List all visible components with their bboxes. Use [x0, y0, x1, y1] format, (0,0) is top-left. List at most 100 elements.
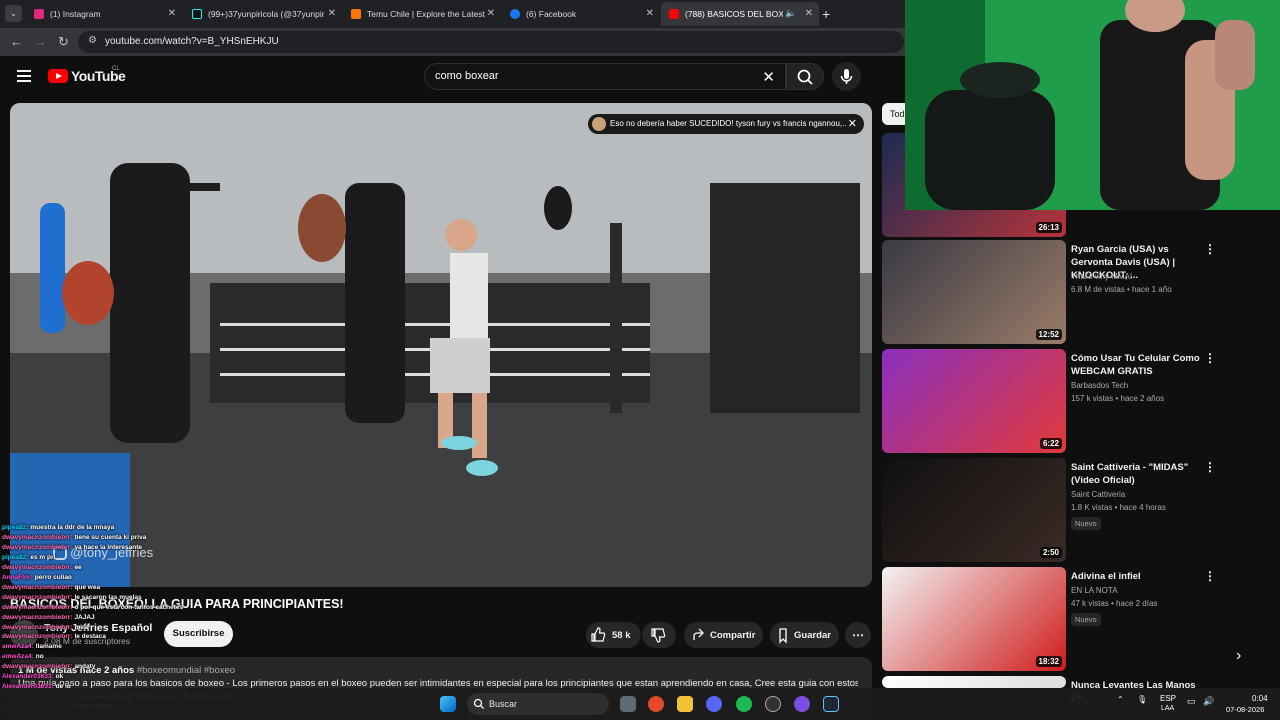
more-actions-button[interactable]: ⋯: [845, 622, 871, 648]
microphone-icon[interactable]: 🎙: [1137, 695, 1147, 704]
close-icon[interactable]: ✕: [848, 117, 857, 130]
recommended-channel[interactable]: Saint Cattiveria: [1071, 490, 1125, 499]
chat-text: ee: [74, 563, 82, 571]
tab-tiktok[interactable]: (99+)37yunpiricola (@37yunpir ✕: [184, 2, 342, 26]
search-icon: [473, 698, 484, 709]
voice-search-button[interactable]: [832, 62, 861, 91]
search-input[interactable]: como boxear ✕: [424, 63, 786, 90]
stream-chat-overlay: pipea82: muestra la ddr de la mnaya dwavym…: [2, 523, 262, 712]
chat-text: no: [35, 653, 44, 661]
chevron-up-icon[interactable]: ⌃: [1117, 695, 1124, 704]
tab-close-icon[interactable]: ✕: [805, 8, 813, 19]
recommended-channel[interactable]: Barbasdos Tech: [1071, 381, 1128, 390]
new-badge: Nuevo: [1071, 517, 1101, 530]
back-icon[interactable]: ←: [10, 34, 23, 49]
chat-message: pipea82: es m pri: [2, 553, 262, 563]
chat-username: dwavymacnzombiebrr:: [2, 623, 73, 631]
chat-text: ya hace la interesante: [74, 543, 143, 551]
chat-message: dwavymacnzombiebrr: JAJAJ: [2, 613, 262, 623]
recommended-channel[interactable]: EN LA NOTA: [1071, 586, 1118, 595]
share-button[interactable]: Compartir: [684, 622, 763, 648]
spotify-icon[interactable]: [736, 696, 752, 712]
video-thumbnail[interactable]: [882, 676, 1066, 688]
chat-message: AnnaFlor: perro culiao: [2, 573, 262, 583]
clock-date[interactable]: 07-08-2026: [1226, 705, 1264, 714]
video-thumbnail[interactable]: 18:32: [882, 567, 1066, 671]
windows-taskbar: Buscar ⌃ 🎙 ESP LAA ▭ 🔊 0:04 07-08-2026: [0, 688, 1280, 720]
windows-start-icon[interactable]: [440, 696, 456, 712]
volume-icon[interactable]: 🔊: [1203, 696, 1214, 707]
video-thumbnail[interactable]: 2:50: [882, 458, 1066, 562]
video-thumbnail[interactable]: 6:22: [882, 349, 1066, 453]
chat-message: dwavymacnzombiebrr: ya hace la interesant…: [2, 543, 262, 553]
save-button[interactable]: Guardar: [770, 622, 839, 648]
reload-icon[interactable]: ↻: [58, 34, 69, 50]
address-bar[interactable]: ⚙ youtube.com/watch?v=B_YHSnEHKJU: [78, 31, 904, 53]
menu-icon[interactable]: [17, 70, 31, 82]
file-explorer-icon[interactable]: [677, 696, 693, 712]
video-player[interactable]: [10, 103, 872, 587]
more-options-icon[interactable]: ⋮: [1204, 242, 1216, 256]
language-indicator[interactable]: ESP: [1160, 694, 1176, 703]
like-button[interactable]: 58 k: [586, 622, 641, 648]
notification-toast[interactable]: Eso no debería haber SUCEDIDO! tyson fur…: [588, 114, 864, 134]
duration-badge: 26:13: [1035, 222, 1062, 233]
chat-message: dwavymacnzombiebrr: tiene su cuenta ki pr…: [2, 533, 262, 543]
new-tab-button[interactable]: +: [822, 6, 830, 22]
more-options-icon[interactable]: ⋮: [1204, 351, 1216, 365]
url-text: youtube.com/watch?v=B_YHSnEHKJU: [105, 36, 279, 47]
keyboard-layout[interactable]: LAA: [1161, 705, 1174, 712]
app-icon[interactable]: [794, 696, 810, 712]
tab-instagram[interactable]: (1) Instagram ✕: [26, 2, 182, 26]
chat-message: dwavymacnzombiebrr: que wea: [2, 583, 262, 593]
facebook-icon: [510, 9, 520, 19]
tab-search-button[interactable]: ⌄: [5, 5, 22, 22]
tab-close-icon[interactable]: ✕: [328, 8, 336, 19]
clear-search-icon[interactable]: ✕: [762, 68, 775, 86]
tab-temu[interactable]: Temu Chile | Explore the Latest ✕: [343, 2, 501, 26]
task-view-icon[interactable]: [620, 696, 636, 712]
chevron-right-icon[interactable]: ›: [1236, 647, 1241, 665]
chat-message: pipea82: muestra la ddr de la mnaya: [2, 523, 262, 533]
tab-youtube-active[interactable]: (788) BASICOS DEL BOXEO! 🔈 ✕: [661, 2, 819, 26]
chrome-icon[interactable]: [648, 696, 664, 712]
discord-icon[interactable]: [706, 696, 722, 712]
dislike-button[interactable]: [642, 622, 676, 648]
tab-title: (99+)37yunpiricola (@37yunpir: [208, 9, 325, 19]
recommended-title[interactable]: Adivina el infiel: [1071, 570, 1201, 583]
speaker-icon[interactable]: 🔈: [785, 8, 796, 19]
obs-icon[interactable]: [765, 696, 781, 712]
tab-facebook[interactable]: (6) Facebook ✕: [502, 2, 660, 26]
chat-username: pipea82:: [2, 524, 29, 531]
recommended-title[interactable]: Saint Cattiveria - "MIDAS" (Video Oficia…: [1071, 461, 1201, 487]
steam-icon[interactable]: [823, 696, 839, 712]
more-options-icon[interactable]: ⋮: [1204, 569, 1216, 583]
site-info-icon[interactable]: ⚙: [88, 35, 97, 46]
thumbs-down-icon: [651, 628, 666, 643]
temu-icon: [351, 9, 361, 19]
clock-time[interactable]: 0:04: [1252, 694, 1268, 703]
recommended-title[interactable]: Cómo Usar Tu Celular Como WEBCAM GRATIS: [1071, 352, 1201, 378]
tab-close-icon[interactable]: ✕: [646, 8, 654, 19]
chat-text: ok: [55, 673, 64, 681]
youtube-icon: [669, 9, 679, 19]
search-icon: [797, 69, 813, 85]
tab-close-icon[interactable]: ✕: [487, 8, 495, 19]
duration-badge: 2:50: [1039, 547, 1062, 558]
taskbar-search[interactable]: Buscar: [467, 693, 609, 715]
search-button[interactable]: [786, 63, 824, 90]
tab-title: (1) Instagram: [50, 9, 101, 19]
tab-close-icon[interactable]: ✕: [168, 8, 176, 19]
video-thumbnail[interactable]: 12:52: [882, 240, 1066, 344]
chat-message: dwavymacnzombiebrr: o por qué está con ta…: [2, 603, 262, 613]
youtube-logo-icon[interactable]: [48, 69, 68, 83]
forward-icon[interactable]: →: [34, 34, 47, 49]
more-options-icon[interactable]: ⋮: [1204, 460, 1216, 474]
chat-text: perro culiao: [34, 573, 72, 581]
chat-message: dwavymacnzombiebrr: mira: [2, 623, 262, 633]
chat-text: o por qué está con tantos cachetes: [74, 603, 184, 611]
thumbs-up-icon: [591, 627, 606, 642]
network-icon[interactable]: ▭: [1187, 696, 1196, 707]
duration-badge: 12:52: [1035, 329, 1062, 340]
recommended-channel[interactable]: That's why MMA!: [1071, 272, 1132, 281]
